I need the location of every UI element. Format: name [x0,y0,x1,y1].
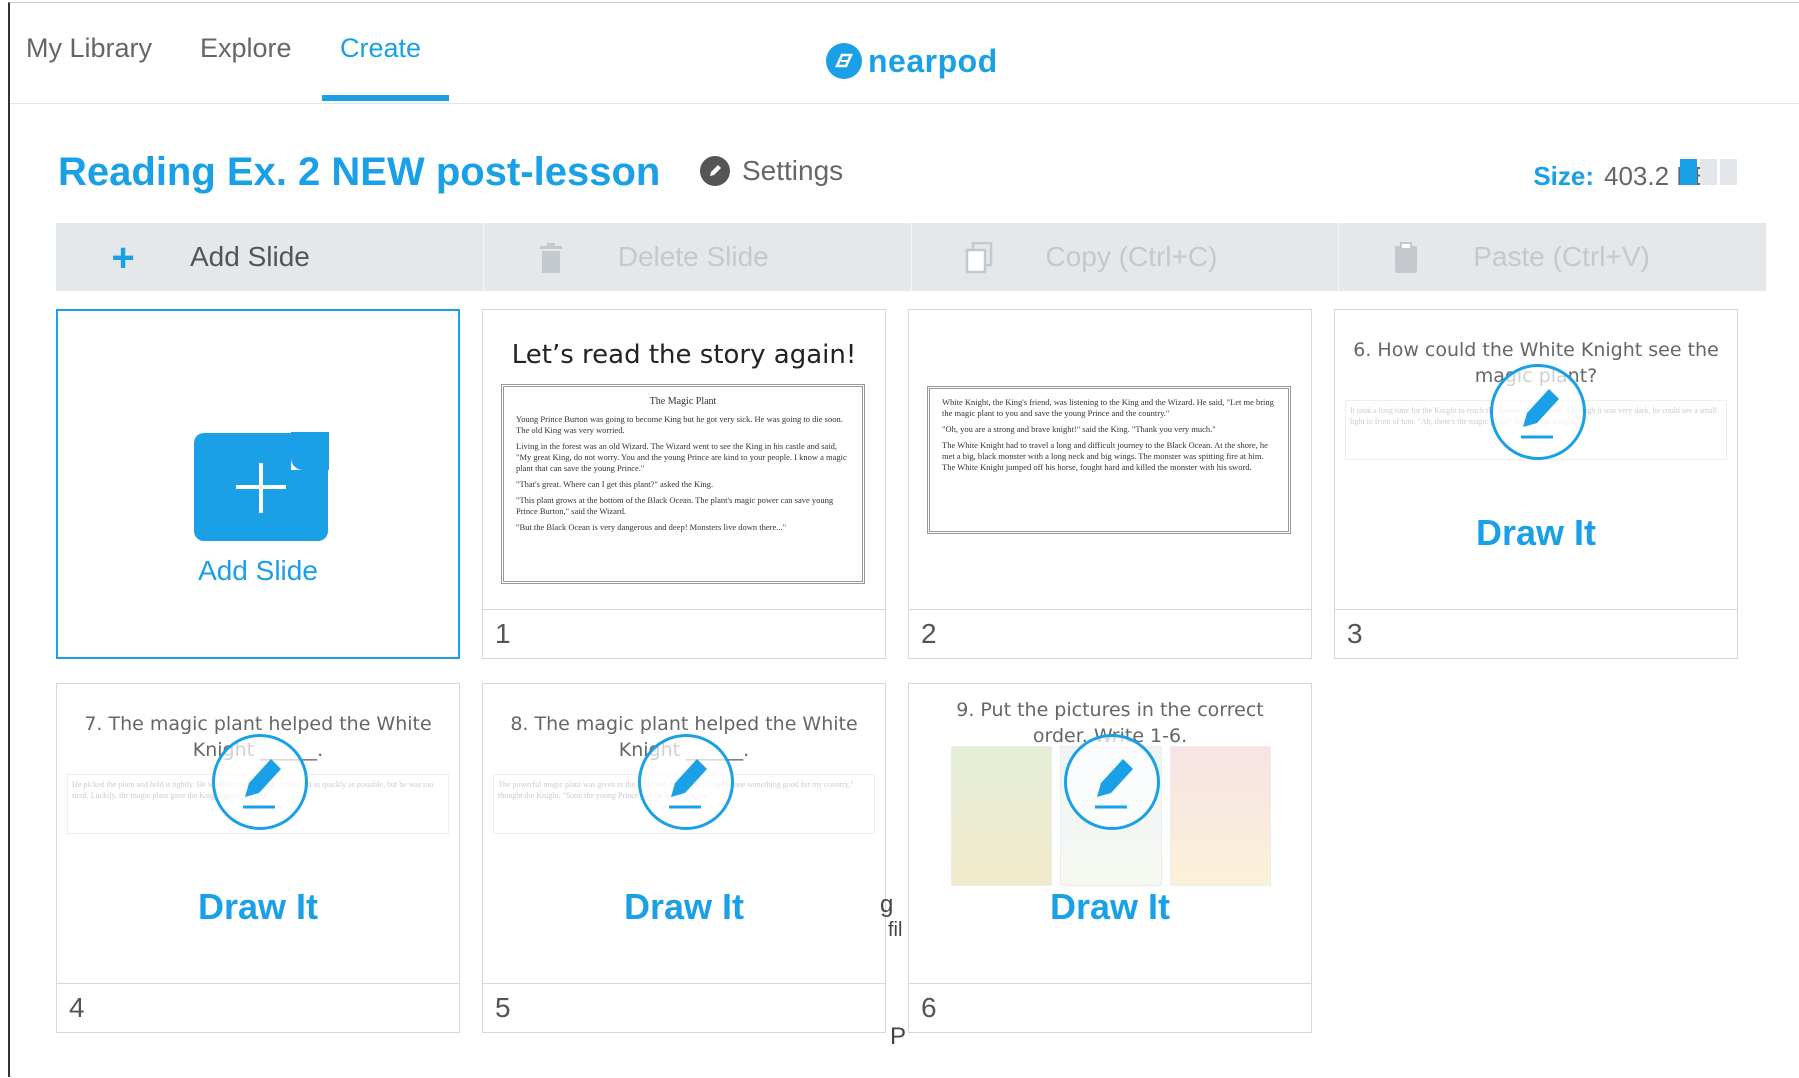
slide-number: 2 [921,618,937,649]
nearpod-logo-icon [826,43,862,79]
slide-title: Let’s read the story again! [511,340,857,370]
plus-icon: + [111,236,135,280]
size-meter [1680,159,1737,185]
slide-thumbnail-3[interactable]: 6. How could the White Knight see the ma… [1334,309,1738,659]
copy-icon [964,242,994,274]
paste-label: Paste (Ctrl+V) [1473,241,1650,272]
slide-thumbnail-5[interactable]: 8. The magic plant helped the White Knig… [482,683,886,1033]
slide-number: 6 [921,992,937,1023]
lesson-title: Reading Ex. 2 NEW post-lesson [58,150,661,194]
slide-thumbnail-2[interactable]: White Knight, the King's friend, was lis… [908,309,1312,659]
slide-footer: 3 [1335,609,1737,658]
draw-pencil-icon [1490,364,1586,460]
slide-footer: 1 [483,609,885,658]
story-text: The Magic Plant Young Prince Burton was … [501,384,865,584]
add-file-icon [194,432,329,541]
slide-number: 5 [495,992,511,1023]
settings-label: Settings [742,155,844,186]
draw-it-label: Draw It [1049,886,1171,927]
story-paragraph: White Knight, the King's friend, was lis… [942,397,1274,419]
story-heading: The Magic Plant [649,396,717,407]
paste-button[interactable]: Paste (Ctrl+V) [1339,223,1766,291]
trash-icon [536,243,566,273]
slide-footer: 2 [909,609,1311,658]
background-text: fil [888,919,903,941]
draw-pencil-icon [638,734,734,830]
slide-number: 4 [69,992,85,1023]
delete-slide-label: Delete Slide [617,241,769,272]
story-picture [951,746,1053,886]
top-navigation: My Library Explore Create nearpod [10,3,1799,104]
story-paragraph: Young Prince Burton was going to become … [516,414,843,436]
size-meter-segment [1720,159,1737,185]
background-text: P [890,1023,907,1050]
nearpod-logo[interactable]: nearpod [826,41,998,81]
size-meter-segment [1700,159,1717,185]
add-slide-card-label: Add Slide [198,555,318,586]
size-label: Size: [1533,161,1595,191]
settings-button[interactable]: Settings [700,155,843,187]
copy-button[interactable]: Copy (Ctrl+C) [912,223,1340,291]
slide-footer: 5 [483,983,885,1032]
story-paragraph: "This plant grows at the bottom of the B… [516,495,834,517]
add-slide-button[interactable]: + Add Slide [56,223,484,291]
size-meter-segment [1680,159,1697,185]
story-paragraph: The White Knight had to travel a long an… [942,440,1268,473]
draw-it-label: Draw It [197,886,319,927]
delete-slide-button[interactable]: Delete Slide [484,223,912,291]
tab-my-library[interactable]: My Library [26,33,152,101]
add-slide-label: Add Slide [190,241,310,272]
story-paragraph: "But the Black Ocean is very dangerous a… [516,522,787,533]
logo-wordmark: nearpod [868,42,998,79]
paste-icon [1391,242,1421,273]
story-text: White Knight, the King's friend, was lis… [927,386,1291,534]
slide-footer: 4 [57,983,459,1032]
draw-pencil-icon [1064,734,1160,830]
pencil-icon [700,156,730,186]
add-slide-card[interactable]: Add Slide [56,309,460,659]
tab-explore[interactable]: Explore [200,33,292,101]
slide-thumbnail-6[interactable]: 9. Put the pictures in the correct order… [908,683,1312,1033]
tab-create[interactable]: Create [321,33,450,101]
draw-pencil-icon [212,734,308,830]
story-paragraph: "Oh, you are a strong and brave knight!"… [942,424,1216,435]
story-paragraph: "That's great. Where can I get this plan… [516,479,714,490]
slide-thumbnail-1[interactable]: Let’s read the story again! The Magic Pl… [482,309,886,659]
slide-footer: 6 [909,983,1311,1032]
story-picture [1169,746,1271,886]
slide-toolbar: + Add Slide Delete Slide Copy (Ctrl+C) P… [56,223,1766,291]
slide-thumbnail-4[interactable]: 7. The magic plant helped the White Knig… [56,683,460,1033]
story-paragraph: Living in the forest was an old Wizard. … [516,441,847,474]
slide-number: 1 [495,618,511,649]
draw-it-label: Draw It [623,886,745,927]
draw-it-label: Draw It [1475,512,1597,553]
background-text: g [880,891,894,918]
slide-number: 3 [1347,618,1363,649]
app-window: My Library Explore Create nearpod Readin… [8,2,1799,1077]
copy-label: Copy (Ctrl+C) [1045,241,1218,272]
